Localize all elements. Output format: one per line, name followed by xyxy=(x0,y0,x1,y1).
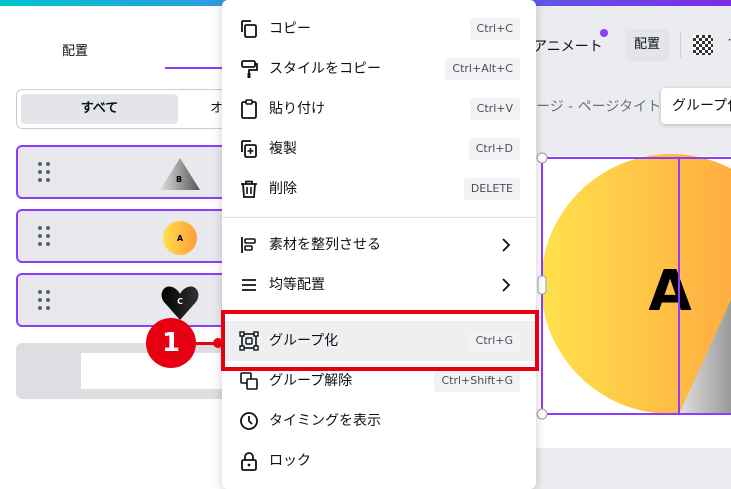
shortcut-badge: Ctrl+C xyxy=(469,18,520,40)
menu-item-label: タイミングを表示 xyxy=(269,413,381,429)
shortcut-badge: Ctrl+Shift+G xyxy=(434,370,520,392)
step-number-badge: 1 xyxy=(146,318,196,368)
segment-all-button[interactable]: すべて xyxy=(21,94,178,124)
distribute-icon xyxy=(242,279,256,291)
triangle-thumbnail: B xyxy=(160,158,200,190)
ungroup-icon xyxy=(240,372,258,390)
lock-icon xyxy=(241,452,257,471)
layer-filter-segment: すべて オ xyxy=(16,89,246,129)
chevron-right-icon xyxy=(502,238,511,252)
resize-handle xyxy=(536,408,548,420)
shortcut-badge: Ctrl+Alt+C xyxy=(445,58,520,80)
more-options-icon[interactable]: ˙ xyxy=(726,38,731,54)
shortcut-badge: Ctrl+V xyxy=(469,98,520,120)
chevron-right-icon xyxy=(502,278,511,292)
design-letter: A xyxy=(648,259,692,324)
copy-icon xyxy=(241,20,257,38)
menu-item-copy-style[interactable]: スタイルをコピー Ctrl+Alt+C xyxy=(222,49,536,89)
highlight-box xyxy=(221,310,539,371)
menu-item-align[interactable]: 素材を整列させる xyxy=(222,225,536,265)
tab-position[interactable]: 配置 xyxy=(62,40,88,59)
menu-item-paste[interactable]: 貼り付け Ctrl+V xyxy=(222,89,536,129)
clock-icon xyxy=(240,412,258,430)
drag-handle-icon[interactable] xyxy=(38,162,52,182)
circle-thumbnail: A xyxy=(163,221,197,255)
menu-item-distribute[interactable]: 均等配置 xyxy=(222,265,536,305)
shortcut-badge: Ctrl+D xyxy=(468,138,520,160)
trash-icon xyxy=(241,180,257,198)
animate-button[interactable]: アニメート xyxy=(533,36,603,56)
page-title[interactable]: ージ - ページタイトル xyxy=(536,96,675,116)
menu-item-delete[interactable]: 削除 DELETE xyxy=(222,169,536,209)
layer-item[interactable]: C xyxy=(16,273,246,327)
menu-item-show-timing[interactable]: タイミングを表示 xyxy=(222,401,536,441)
shortcut-badge: DELETE xyxy=(463,178,520,200)
menu-item-label: ロック xyxy=(269,453,311,469)
menu-item-lock[interactable]: ロック xyxy=(222,441,536,481)
design-canvas[interactable]: A xyxy=(536,150,731,420)
menu-item-label: 均等配置 xyxy=(269,277,325,293)
menu-item-label: 削除 xyxy=(269,181,297,197)
menu-item-label: 素材を整列させる xyxy=(269,237,381,253)
layer-item-placeholder[interactable] xyxy=(16,343,246,399)
resize-handle xyxy=(536,152,548,164)
app-window: 配置 すべて オ B A C アニメート 配置 ˙ ージ - ページタイトル A… xyxy=(0,0,731,489)
menu-divider xyxy=(222,217,536,218)
position-panel: 配置 すべて オ B A C xyxy=(0,6,246,489)
context-menu: コピー Ctrl+C スタイルをコピー Ctrl+Alt+C 貼り付け Ctrl… xyxy=(222,0,536,489)
group-tooltip: グループ化 xyxy=(661,88,731,124)
transparency-icon[interactable] xyxy=(693,35,713,55)
menu-item-copy[interactable]: コピー Ctrl+C xyxy=(222,9,536,49)
paint-roller-icon xyxy=(241,60,258,78)
layer-item[interactable]: B xyxy=(16,145,246,199)
duplicate-icon xyxy=(241,140,257,158)
notification-dot xyxy=(600,29,608,37)
menu-item-duplicate[interactable]: 複製 Ctrl+D xyxy=(222,129,536,169)
layer-thumb-letter: A xyxy=(177,234,184,243)
drag-handle-icon[interactable] xyxy=(38,226,52,246)
position-button[interactable]: 配置 xyxy=(625,29,669,61)
layer-thumb-letter: C xyxy=(177,297,183,306)
layer-thumb-letter: B xyxy=(176,175,182,184)
drag-handle-icon[interactable] xyxy=(38,290,52,310)
menu-item-label: 貼り付け xyxy=(269,101,325,117)
clipboard-icon xyxy=(241,99,257,119)
menu-item-label: スタイルをコピー xyxy=(269,61,381,77)
menu-item-label: 複製 xyxy=(269,141,297,157)
heart-thumbnail: C xyxy=(161,286,199,320)
resize-handle xyxy=(537,275,547,295)
layer-item[interactable]: A xyxy=(16,209,246,263)
callout-pointer xyxy=(213,338,223,348)
align-icon xyxy=(241,237,256,253)
toolbar-divider xyxy=(680,32,681,58)
menu-item-label: コピー xyxy=(269,21,311,37)
